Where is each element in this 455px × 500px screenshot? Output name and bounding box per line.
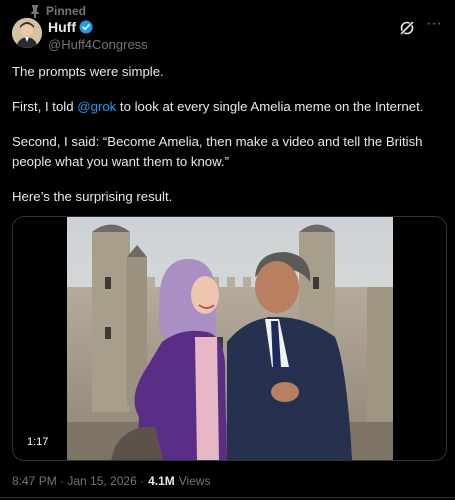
grok-icon[interactable]: [399, 20, 415, 36]
verified-badge-icon: [79, 20, 93, 34]
author-name[interactable]: Huff: [48, 19, 76, 35]
tweet-text: The prompts were simple. First, I told @…: [12, 62, 443, 222]
tweet-line-2-post: to look at every single Amelia meme on t…: [116, 99, 424, 114]
video-duration: 1:17: [23, 434, 53, 450]
tweet-meta: 8:47 PM · Jan 15, 2026 · 4.1M Views: [12, 474, 211, 488]
pinned-indicator: Pinned: [30, 3, 86, 19]
video-frame-image: [67, 217, 393, 460]
pin-icon: [31, 4, 39, 18]
pinned-label: Pinned: [46, 4, 87, 18]
tweet-line-2: First, I told @grok to look at every sin…: [12, 97, 443, 117]
grok-mention-link[interactable]: @grok: [77, 99, 116, 114]
avatar[interactable]: [12, 18, 42, 48]
tweet-line-3: Second, I said: “Become Amelia, then mak…: [12, 134, 423, 169]
author-handle[interactable]: @Huff4Congress: [48, 37, 148, 52]
tweet-timestamp[interactable]: 8:47 PM · Jan 15, 2026 ·: [12, 474, 144, 488]
tweet-line-1: The prompts were simple.: [12, 64, 164, 79]
more-options-icon[interactable]: ···: [425, 16, 443, 34]
tweet-header: Huff @Huff4Congress ···: [12, 16, 443, 54]
tweet-line-4: Here’s the surprising result.: [12, 189, 173, 204]
media-container[interactable]: 1:17: [12, 216, 447, 461]
avatar-image: [12, 18, 42, 48]
video-player[interactable]: [67, 217, 393, 460]
author-info: Huff @Huff4Congress: [48, 19, 148, 52]
divider: [0, 497, 455, 498]
views-label: Views: [178, 474, 211, 488]
tweet-line-2-pre: First, I told: [12, 99, 78, 114]
views-count: 4.1M: [148, 474, 175, 488]
